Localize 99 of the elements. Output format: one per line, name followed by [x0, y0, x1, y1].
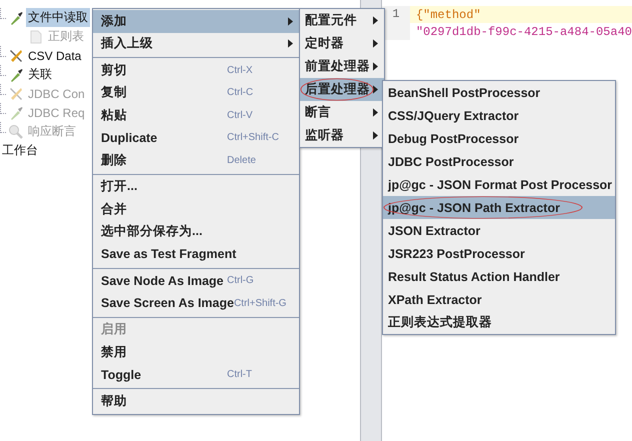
- menu-label: 合并: [101, 200, 128, 218]
- tools-icon: [8, 48, 24, 64]
- menu-label: Save Screen As Image: [101, 296, 234, 310]
- submenu-arrow-icon: [373, 62, 378, 71]
- menu-item[interactable]: Save Screen As ImageCtrl+Shift-G: [93, 292, 299, 314]
- menu-label: 断言: [305, 104, 332, 121]
- submenu-arrow-icon: [373, 131, 378, 140]
- tree-item[interactable]: 关联: [26, 65, 54, 84]
- tree-line: [0, 65, 6, 76]
- menu-label: 启用: [101, 321, 128, 338]
- menu-item[interactable]: Debug PostProcessor: [383, 127, 615, 150]
- submenu-arrow-icon: [373, 108, 378, 117]
- pen-icon: [8, 66, 24, 82]
- shortcut-label: Ctrl+Shift-C: [227, 132, 280, 144]
- magnifier-icon: [8, 124, 24, 140]
- menu-item[interactable]: 删除 Delete: [93, 149, 299, 172]
- menu-label: 前置处理器: [305, 58, 371, 75]
- menu-item[interactable]: 剪切 Ctrl-X: [93, 59, 299, 82]
- menu-item[interactable]: 禁用: [93, 341, 299, 364]
- menu-item[interactable]: 正则表达式提取器: [383, 311, 615, 334]
- menu-label: 定时器: [305, 35, 345, 52]
- submenu-arrow-icon: [373, 16, 378, 25]
- menu-item[interactable]: XPath Extractor: [383, 288, 615, 311]
- menu-label: Toggle: [101, 368, 142, 382]
- menu-item[interactable]: JSON Extractor: [383, 219, 615, 242]
- menu-label: Result Status Action Handler: [388, 270, 561, 284]
- menu-item[interactable]: 配置元件: [300, 9, 384, 32]
- menu-item[interactable]: 粘贴 Ctrl-V: [93, 104, 299, 126]
- menu-item[interactable]: 帮助: [93, 390, 299, 412]
- menu-label: 删除: [101, 152, 128, 169]
- shortcut-label: Ctrl-T: [227, 369, 253, 380]
- menu-label: BeanShell PostProcessor: [388, 86, 542, 100]
- menu-label: 禁用: [101, 344, 128, 361]
- shortcut-label: Ctrl-V: [227, 110, 254, 121]
- menu-label: Duplicate: [101, 130, 158, 145]
- menu-label: 后置处理器: [305, 81, 371, 98]
- menu-label: 选中部分保存为...: [101, 223, 204, 240]
- menu-item[interactable]: 监听器: [300, 124, 384, 147]
- shortcut-label: Ctrl-G: [227, 275, 255, 286]
- menu-label: 添加: [101, 12, 128, 30]
- menu-label: 配置元件: [305, 12, 358, 29]
- pen-icon: [8, 104, 24, 120]
- menu-label: 正则表达式提取器: [388, 314, 493, 331]
- tree-item[interactable]: 文件中读取: [26, 8, 90, 27]
- menu-label: XPath Extractor: [388, 292, 483, 306]
- submenu-arrow-icon: [373, 39, 378, 48]
- menu-item[interactable]: CSS/JQuery Extractor: [383, 104, 615, 127]
- menu-item[interactable]: 定时器: [300, 32, 384, 55]
- menu-label: jp@gc - JSON Path Extractor: [388, 200, 561, 214]
- menu-item[interactable]: 打开...: [93, 176, 299, 198]
- menu-item[interactable]: Save Node As Image Ctrl-G: [93, 270, 299, 292]
- menu-label: 帮助: [101, 392, 128, 410]
- menu-label: 插入上级: [101, 35, 154, 52]
- menu-item[interactable]: 前置处理器: [300, 55, 384, 78]
- menu-item[interactable]: Save as Test Fragment: [93, 243, 299, 266]
- menu-item[interactable]: 插入上级: [93, 32, 299, 55]
- menu-item[interactable]: Toggle Ctrl-T: [93, 364, 299, 386]
- shortcut-label: Ctrl-C: [227, 87, 254, 98]
- tree-item[interactable]: 工作台: [0, 141, 40, 160]
- tree-line: [0, 84, 6, 95]
- tree-line: [0, 103, 6, 114]
- menu-label: 剪切: [101, 62, 128, 79]
- menu-label: 打开...: [101, 178, 138, 196]
- menu-item[interactable]: 选中部分保存为...: [93, 220, 299, 243]
- menu-item[interactable]: JSR223 PostProcessor: [383, 242, 615, 265]
- menu-item[interactable]: 合并: [93, 198, 299, 220]
- tree-line: [0, 8, 6, 19]
- pen-icon: [8, 10, 24, 26]
- menu-item[interactable]: Duplicate Ctrl+Shift-C: [93, 126, 299, 149]
- shortcut-label: Ctrl+Shift-G: [234, 298, 288, 309]
- menu-label: 复制: [101, 84, 128, 102]
- menu-label: 粘贴: [101, 106, 128, 124]
- menu-label: JSR223 PostProcessor: [388, 246, 526, 260]
- tree-item[interactable]: CSV Data: [26, 48, 84, 64]
- code-text: {"method": [416, 8, 481, 22]
- menu-item[interactable]: 添加: [93, 10, 299, 32]
- menu-item[interactable]: Result Status Action Handler: [383, 265, 615, 288]
- menu-label: Save Node As Image: [101, 274, 225, 288]
- menu-item[interactable]: JDBC PostProcessor: [383, 150, 615, 173]
- submenu-arrow-icon: [373, 85, 378, 94]
- shortcut-label: Ctrl-X: [227, 64, 254, 76]
- code-text: "0297d1db-f99c-4215-a484-05a40: [416, 24, 632, 38]
- menu-label: Debug PostProcessor: [388, 132, 520, 146]
- menu-item[interactable]: BeanShell PostProcessor: [383, 81, 615, 104]
- menu-label: CSS/JQuery Extractor: [388, 108, 520, 122]
- menu-item[interactable]: 复制 Ctrl-C: [93, 82, 299, 104]
- menu-label: 监听器: [305, 127, 345, 144]
- shortcut-label: Delete: [227, 154, 257, 166]
- menu-item[interactable]: jp@gc - JSON Path Extractor: [383, 196, 615, 219]
- menu-item[interactable]: 后置处理器: [300, 78, 384, 101]
- tree-line: [0, 46, 6, 57]
- menu-label: Save as Test Fragment: [101, 247, 238, 262]
- menu-label: JSON Extractor: [388, 224, 482, 238]
- menu-label: jp@gc - JSON Format Post Processor: [388, 178, 612, 192]
- menu-item[interactable]: 断言: [300, 101, 384, 124]
- tree-line: [0, 122, 6, 133]
- menu-label: JDBC PostProcessor: [388, 154, 515, 168]
- menu-item[interactable]: jp@gc - JSON Format Post Processor: [383, 173, 615, 196]
- tools-icon: [8, 86, 24, 102]
